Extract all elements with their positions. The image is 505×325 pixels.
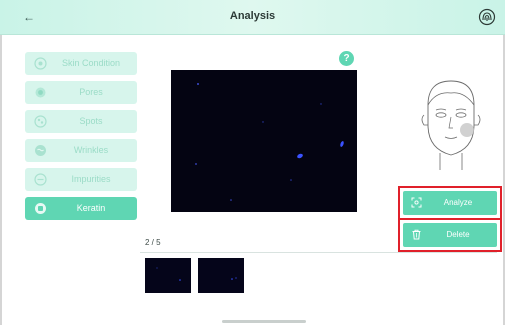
image-thumbnail[interactable] [145,258,191,293]
skin-image-preview [171,70,357,212]
fingerprint-scan-button[interactable] [478,8,496,26]
face-area-diagram [406,75,496,175]
thumbnail-image [145,258,191,293]
help-button[interactable]: ? [339,51,354,66]
keratin-scan-image [171,70,357,212]
analysis-category-sidebar: Skin Condition Pores Spots Wrinkles Impu… [25,52,137,226]
image-page-indicator: 2 / 5 [145,238,161,247]
page-title: Analysis [229,10,276,22]
delete-button-label: Delete [446,230,470,239]
analyze-button-label: Analyze [443,198,473,207]
top-bar: ← Analysis [0,0,505,35]
sidebar-item-label: Impurities [71,174,111,184]
analyze-button[interactable]: Analyze [398,186,502,220]
delete-button[interactable]: Delete [398,218,502,252]
sidebar-item-label: Skin Condition [61,58,121,68]
sidebar-item-label: Pores [79,87,103,97]
image-thumbnail[interactable] [198,258,244,293]
sidebar-item-label: Keratin [76,203,106,213]
thumbnail-image [198,258,244,293]
face-outline-icon [421,80,481,170]
sidebar-item-impurities[interactable]: Impurities [25,168,137,191]
sidebar-item-keratin[interactable]: Keratin [25,197,137,220]
thumbnail-divider [140,252,497,253]
sidebar-item-skin-condition[interactable]: Skin Condition [25,52,137,75]
sidebar-item-label: Wrinkles [73,145,109,155]
cheek-target-marker [460,123,474,137]
sidebar-item-spots[interactable]: Spots [25,110,137,133]
fingerprint-scan-icon [478,8,496,26]
sidebar-item-pores[interactable]: Pores [25,81,137,104]
home-indicator [222,320,306,323]
sidebar-item-label: Spots [79,116,103,126]
sidebar-item-wrinkles[interactable]: Wrinkles [25,139,137,162]
